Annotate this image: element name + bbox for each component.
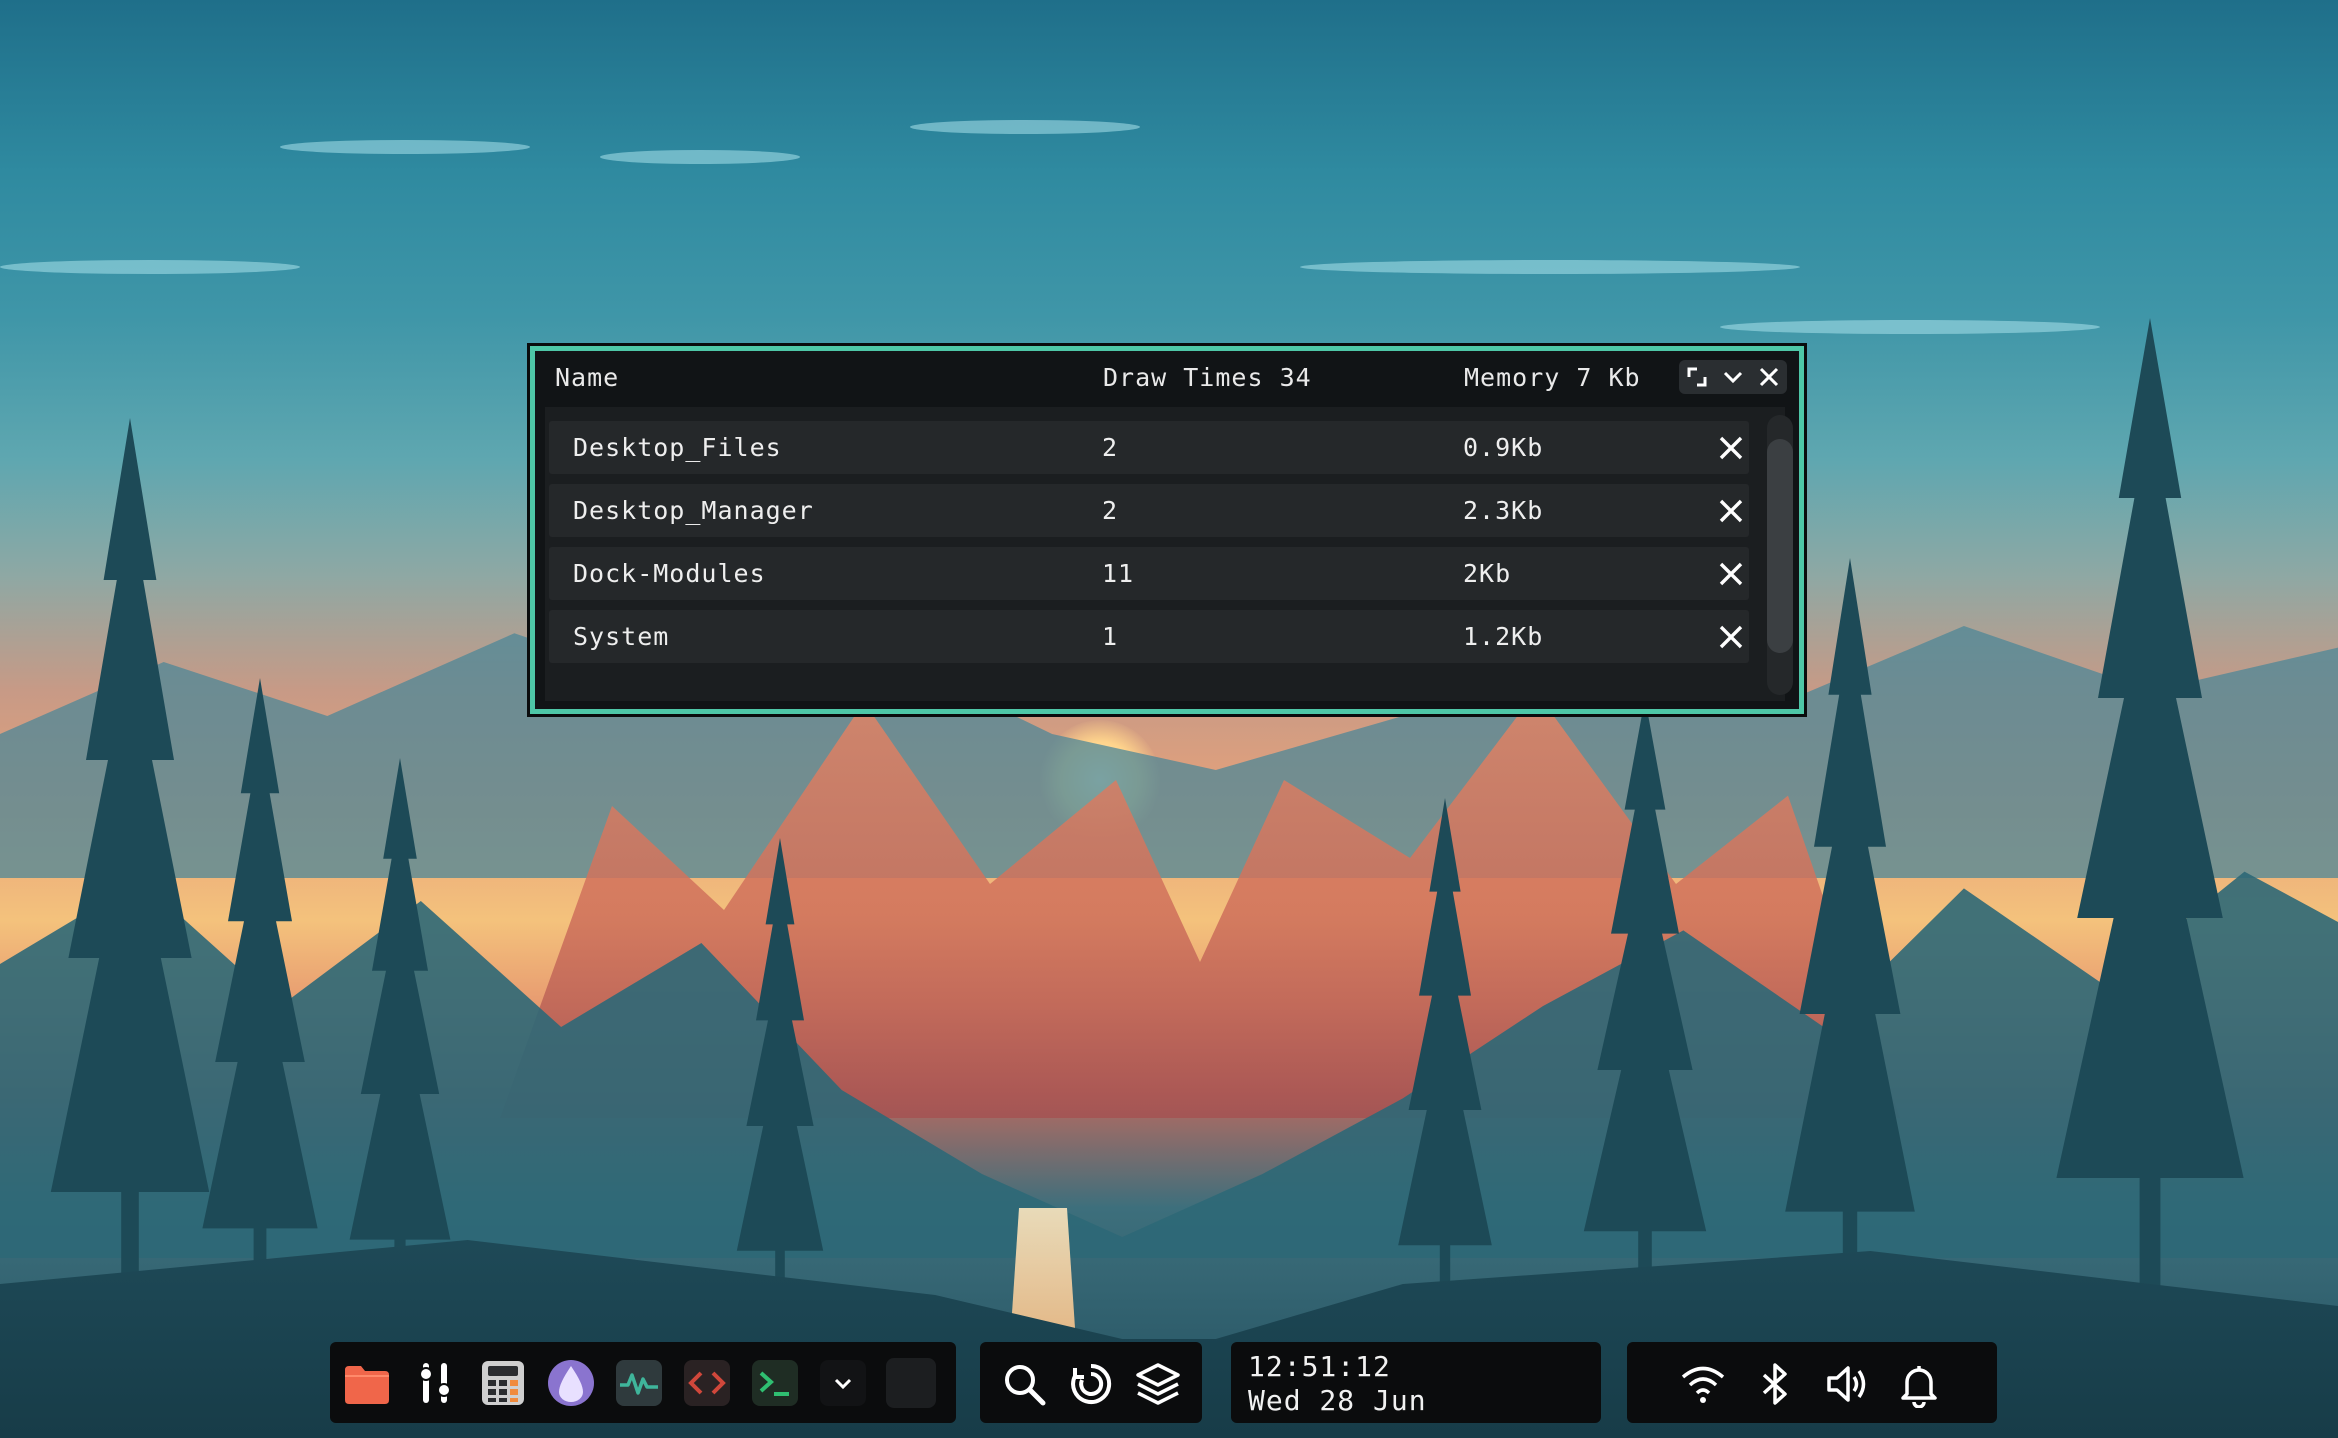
window-controls [1679,360,1787,394]
clock-date: Wed 28 Jun [1248,1384,1427,1417]
minimize-icon[interactable] [1721,365,1745,389]
column-header-memory[interactable]: Memory 7 Kb [1464,363,1641,392]
process-draw-times: 2 [1102,496,1119,525]
process-row[interactable]: Desktop_Files 2 0.9Kb [549,421,1749,474]
dock-apps-panel [330,1342,956,1423]
process-memory: 2.3Kb [1463,496,1544,525]
wallpaper-cloud [1720,320,2100,334]
activity-monitor-icon[interactable] [614,1358,664,1408]
wallpaper-cloud [0,260,300,274]
folder-icon[interactable] [342,1358,392,1408]
dock-tray-panel [1627,1342,1997,1423]
scrollbar-thumb[interactable] [1767,439,1793,653]
process-list: Desktop_Files 2 0.9Kb Desktop_Manager 2 … [545,407,1785,701]
desktop-wallpaper [0,0,2338,1438]
wallpaper-cloud [910,120,1140,134]
close-process-icon[interactable] [1717,497,1745,525]
wallpaper-cloud [600,150,800,164]
terminal-icon[interactable] [750,1358,800,1408]
dock-clock-panel[interactable]: 12:51:12 Wed 28 Jun [1231,1342,1601,1423]
close-process-icon[interactable] [1717,560,1745,588]
calculator-icon[interactable] [478,1358,528,1408]
layers-icon[interactable] [1134,1360,1182,1408]
process-name: Desktop_Files [573,433,782,462]
chevron-down-icon[interactable] [818,1358,868,1408]
refresh-icon[interactable] [1067,1360,1115,1408]
process-draw-times: 2 [1102,433,1119,462]
column-header-name[interactable]: Name [555,363,619,392]
bluetooth-icon[interactable] [1751,1360,1799,1408]
process-memory: 0.9Kb [1463,433,1544,462]
volume-icon[interactable] [1823,1360,1871,1408]
monitor-header: Name Draw Times 34 Memory 7 Kb [535,351,1799,403]
dock-tools-panel [980,1342,1202,1423]
bell-icon[interactable] [1895,1360,1943,1409]
blank-app-icon[interactable] [886,1358,936,1408]
process-name: Desktop_Manager [573,496,814,525]
scrollbar-track[interactable] [1767,415,1793,695]
wallpaper-cloud [1300,260,1800,274]
settings-sliders-icon[interactable] [410,1358,460,1408]
purple-drop-icon[interactable] [546,1358,596,1408]
code-editor-icon[interactable] [682,1358,732,1408]
memory-monitor-window: Name Draw Times 34 Memory 7 Kb Desktop_F… [530,346,1804,714]
close-process-icon[interactable] [1717,434,1745,462]
process-memory: 1.2Kb [1463,622,1544,651]
expand-icon[interactable] [1685,365,1709,389]
process-name: System [573,622,670,651]
wifi-icon[interactable] [1679,1360,1727,1408]
process-row[interactable]: Dock-Modules 11 2Kb [549,547,1749,600]
process-draw-times: 1 [1102,622,1119,651]
process-row[interactable]: System 1 1.2Kb [549,610,1749,663]
close-icon[interactable] [1757,365,1781,389]
wallpaper-cloud [280,140,530,154]
process-row[interactable]: Desktop_Manager 2 2.3Kb [549,484,1749,537]
process-name: Dock-Modules [573,559,766,588]
close-process-icon[interactable] [1717,623,1745,651]
column-header-draw-times[interactable]: Draw Times 34 [1103,363,1312,392]
process-memory: 2Kb [1463,559,1512,588]
process-draw-times: 11 [1102,559,1135,588]
clock-time: 12:51:12 [1248,1350,1391,1383]
search-icon[interactable] [1000,1360,1048,1408]
